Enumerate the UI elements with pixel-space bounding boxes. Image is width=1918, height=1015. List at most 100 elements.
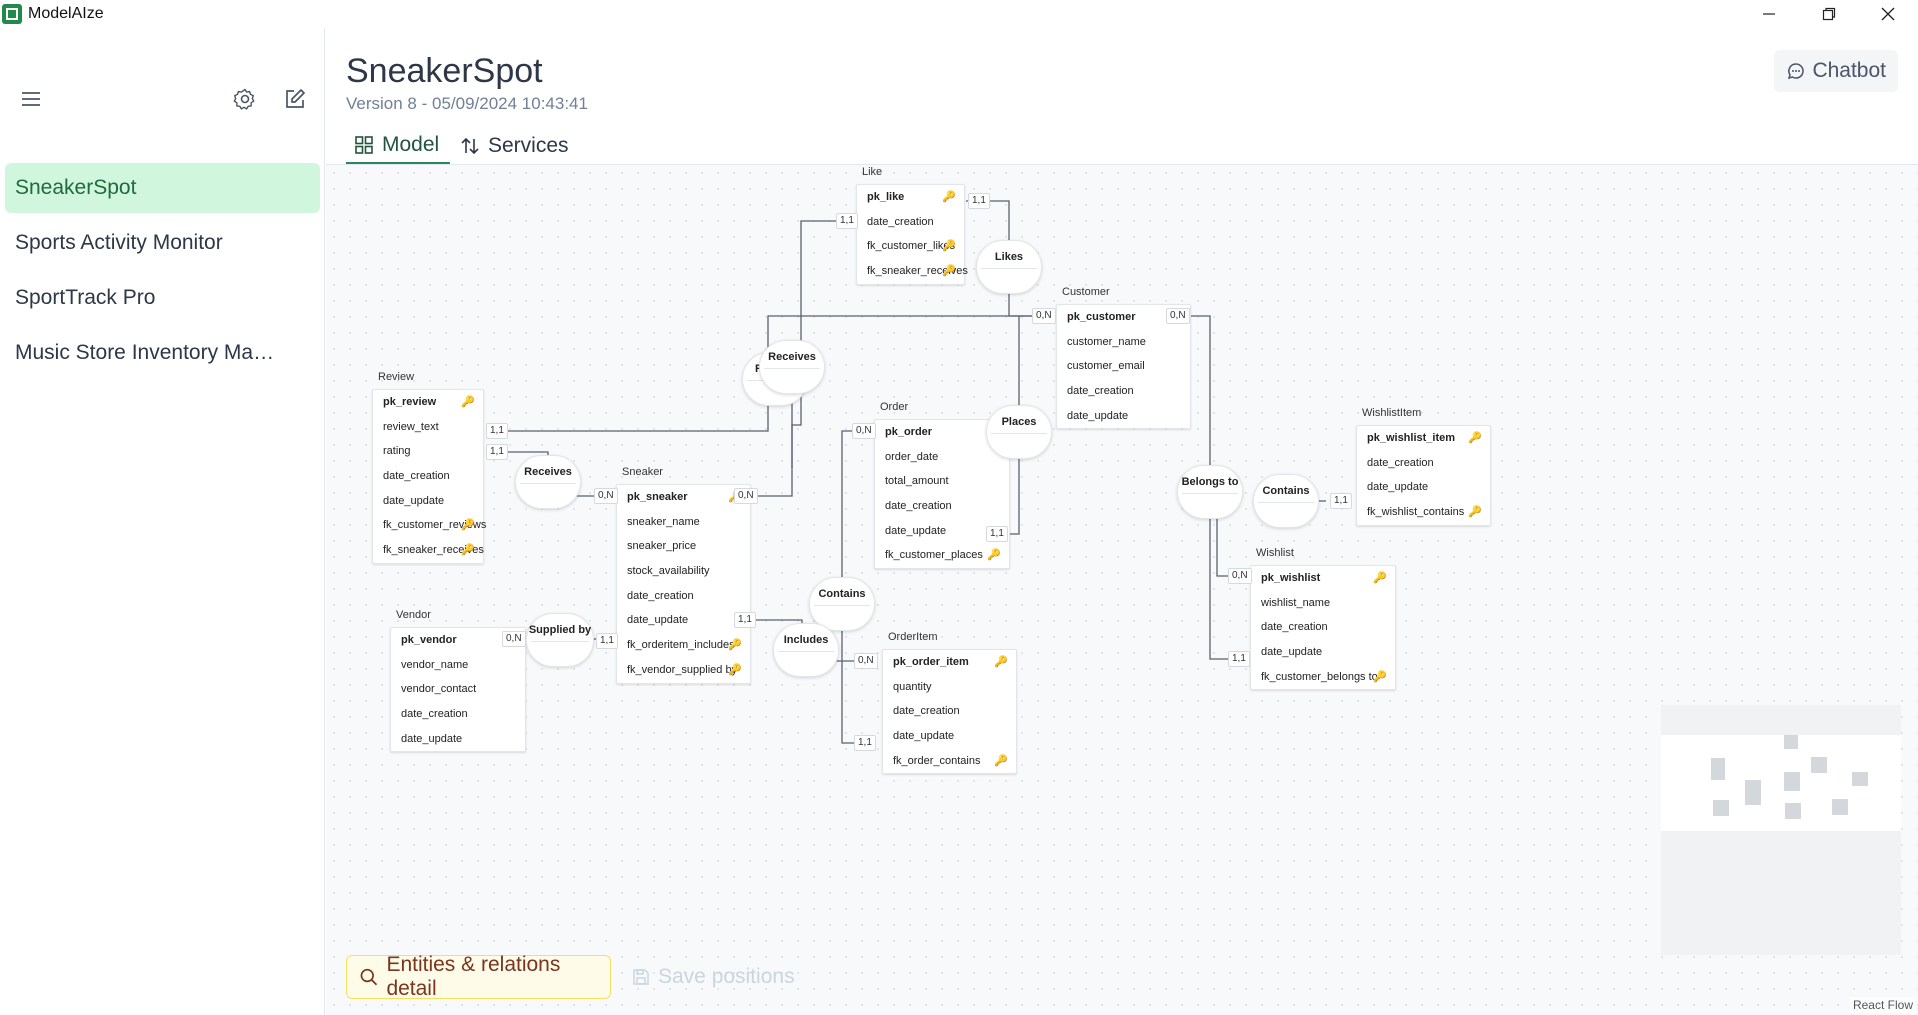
close-button[interactable] xyxy=(1862,0,1914,28)
cardinality-label: 1,1 xyxy=(596,633,618,649)
attr-pk-wishlist-item: pk_wishlist_item 🔑 xyxy=(1357,426,1490,451)
entity-wishlistitem[interactable]: WishlistItem pk_wishlist_item 🔑 date_crea… xyxy=(1356,407,1491,526)
attr-date-update: date_update xyxy=(627,614,689,627)
attr-date-creation: date_creation xyxy=(893,705,960,718)
attr-fk-orderitem-includes: fk_orderitem_includes 🔑 xyxy=(617,633,750,658)
attr-fk-customer-places: fk_customer_places 🔑 xyxy=(875,543,1009,568)
cardinality-label: 1,1 xyxy=(854,735,876,751)
cardinality-label: 0,N xyxy=(1228,568,1252,584)
save-positions-label: Save positions xyxy=(658,965,795,988)
minimap-node xyxy=(1832,799,1848,815)
relation-places[interactable]: Places xyxy=(986,405,1052,459)
entity-review[interactable]: Review pk_review 🔑 review_text rating dat… xyxy=(372,371,486,564)
entity-vendor-name: Vendor xyxy=(396,609,431,621)
project-item-sporttrack-pro[interactable]: SportTrack Pro xyxy=(5,273,320,323)
edit-icon[interactable] xyxy=(280,84,310,114)
relation-likes[interactable]: Likes xyxy=(976,240,1042,294)
attr-vendor-contact: vendor_contact xyxy=(401,683,477,696)
foreign-key-icon: 🔑 xyxy=(728,663,742,676)
attr-fk-vendor-supplied-by: fk_vendor_supplied by 🔑 xyxy=(617,658,750,683)
relation-label: Supplied by xyxy=(528,624,592,636)
cardinality-label: 1,1 xyxy=(968,193,990,209)
relation-receives[interactable]: Receives xyxy=(515,455,581,509)
save-positions-button[interactable]: Save positions xyxy=(632,955,795,999)
title-bar: ModelAIze xyxy=(0,0,1918,28)
attr-wishlist-name: wishlist_name xyxy=(1261,596,1331,609)
attr-pk-sneaker: pk_sneaker🔑 xyxy=(617,485,750,510)
foreign-key-icon: 🔑 xyxy=(942,240,956,253)
attr-vendor-name: vendor_name xyxy=(401,658,469,671)
primary-key-icon: 🔑 xyxy=(461,396,475,408)
attr-customer-name: customer_name xyxy=(1067,335,1146,348)
relation-label: Receives xyxy=(768,351,816,363)
minimize-button[interactable] xyxy=(1743,0,1795,28)
attr-quantity: quantity xyxy=(893,680,932,693)
primary-key-icon: 🔑 xyxy=(1468,432,1482,444)
relation-label: Receives xyxy=(524,466,572,478)
foreign-key-icon: 🔑 xyxy=(728,639,742,652)
relation-label: Contains xyxy=(1262,485,1310,497)
gear-icon[interactable] xyxy=(230,84,260,114)
minimap-node xyxy=(1745,780,1761,805)
relation-label: Contains xyxy=(818,588,866,600)
app-title: ModelAIze xyxy=(28,5,104,22)
project-item-music-store[interactable]: Music Store Inventory Ma… xyxy=(5,328,320,378)
attr-fk-customer-reviews: fk_customer_reviews 🔑 xyxy=(373,513,486,538)
minimap-node xyxy=(1852,772,1868,786)
attr-date-creation: date_creation xyxy=(1261,621,1328,634)
cardinality-label: 1,1 xyxy=(1330,493,1352,509)
primary-key-icon: 🔑 xyxy=(942,191,956,203)
attr-fk-customer-belongs-to: fk_customer_belongs to 🔑 xyxy=(1251,665,1395,690)
relation-contains-order[interactable]: Contains xyxy=(809,577,875,631)
cardinality-label: 1,1 xyxy=(986,526,1008,542)
minimap[interactable] xyxy=(1661,705,1901,955)
search-icon xyxy=(360,968,378,986)
foreign-key-icon: 🔑 xyxy=(942,265,956,278)
tab-services[interactable]: Services xyxy=(460,128,569,164)
react-flow-attribution[interactable]: React Flow xyxy=(1849,997,1916,1013)
attr-fk-sneaker-receives: fk_sneaker_receives 🔑 xyxy=(857,259,968,284)
relation-belongs-to[interactable]: Belongs to xyxy=(1177,465,1243,519)
attr-stock-availability: stock_availability xyxy=(627,565,710,578)
cardinality-label: 1,1 xyxy=(1228,651,1250,667)
entity-wishlist-name: Wishlist xyxy=(1256,547,1294,559)
chatbot-button[interactable]: Chatbot xyxy=(1774,50,1898,92)
foreign-key-icon: 🔑 xyxy=(461,544,475,557)
menu-icon[interactable] xyxy=(16,84,46,114)
entity-orderitem[interactable]: OrderItem pk_order_item 🔑 quantity date_c… xyxy=(882,631,1017,775)
entity-orderitem-name: OrderItem xyxy=(888,631,938,643)
cardinality-label: 1,1 xyxy=(836,213,858,229)
attr-date-update: date_update xyxy=(893,730,955,743)
attr-fk-wishlist-contains: fk_wishlist_contains 🔑 xyxy=(1357,500,1490,525)
cardinality-label: 0,N xyxy=(852,423,876,439)
attr-date-creation: date_creation xyxy=(1067,385,1134,398)
tab-model[interactable]: Model xyxy=(346,128,450,164)
relation-contains-wishlist[interactable]: Contains xyxy=(1253,474,1319,528)
entity-wishlist[interactable]: Wishlist pk_wishlist 🔑 wishlist_name date… xyxy=(1250,547,1396,691)
project-item-sports-activity-monitor[interactable]: Sports Activity Monitor xyxy=(5,218,320,268)
cardinality-label: 1,1 xyxy=(486,444,508,460)
relation-includes[interactable]: Includes xyxy=(773,623,839,677)
entity-sneaker[interactable]: Sneaker pk_sneaker🔑 sneaker_name sneaker… xyxy=(616,466,751,684)
entity-like[interactable]: Like pk_like 🔑 date_creation fk_customer_… xyxy=(856,166,968,285)
relation-receives-top[interactable]: Receives xyxy=(759,340,825,394)
primary-key-icon: 🔑 xyxy=(1373,572,1387,584)
restore-button[interactable] xyxy=(1803,0,1855,28)
attr-date-creation: date_creation xyxy=(401,708,468,721)
relation-supplied-by[interactable]: Supplied by xyxy=(526,613,594,667)
diagram-canvas[interactable]: Like pk_like 🔑 date_creation fk_customer_… xyxy=(326,164,1918,1015)
project-item-sneakerspot[interactable]: SneakerSpot xyxy=(5,163,320,213)
attr-pk-review: pk_review 🔑 xyxy=(373,390,483,415)
attr-sneaker-price: sneaker_price xyxy=(627,540,697,553)
relation-label: Includes xyxy=(783,634,829,646)
cardinality-label: 1,1 xyxy=(734,612,756,628)
attr-fk-customer-likes: fk_customer_likes 🔑 xyxy=(857,234,964,259)
attr-fk-order-contains: fk_order_contains 🔑 xyxy=(883,749,1016,774)
detail-label: Entities & relations detail xyxy=(386,953,561,1000)
attr-date-creation: date_creation xyxy=(383,470,450,483)
entities-relations-detail-button[interactable]: Entities & relations detail xyxy=(346,953,611,1000)
attr-rating: rating xyxy=(383,445,411,458)
attr-date-update: date_update xyxy=(1261,646,1323,659)
version-info: Version 8 - 05/09/2024 10:43:41 xyxy=(346,94,588,113)
attr-review-text: review_text xyxy=(383,420,439,433)
